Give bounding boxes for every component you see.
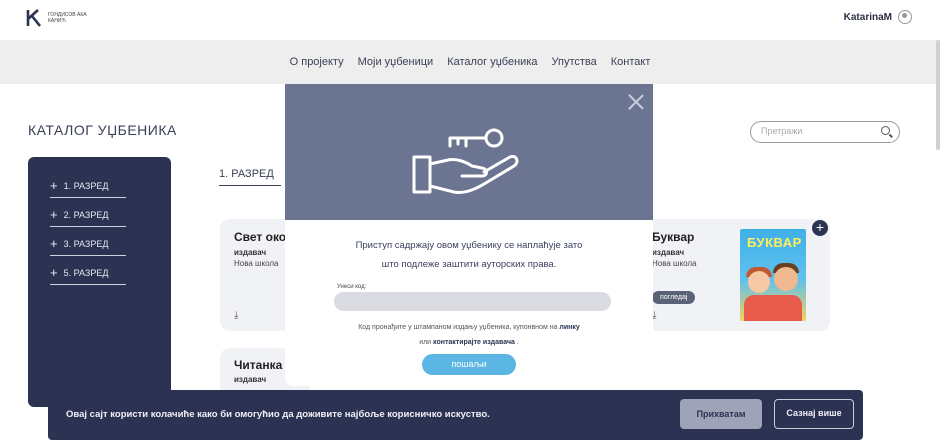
- nav-item-about[interactable]: О пројекту: [290, 54, 344, 70]
- cover-art: [748, 271, 770, 293]
- plus-icon: +: [50, 236, 58, 251]
- grade-sidebar: + 1. РАЗРЕД + 2. РАЗРЕД + 3. РАЗРЕД + 5.…: [28, 157, 171, 407]
- plus-icon: +: [50, 265, 58, 280]
- nav-item-catalog[interactable]: Каталог уџбеника: [447, 54, 537, 70]
- main-nav: О пројекту Моји уџбеници Каталог уџбеник…: [0, 40, 940, 84]
- modal-message-line: Приступ садржају овом уџбенику се наплаћ…: [355, 240, 583, 251]
- search-placeholder: Претражи: [761, 126, 803, 136]
- key-in-hand-icon: [412, 128, 519, 194]
- link-link[interactable]: линку: [559, 324, 579, 331]
- accept-cookies-button[interactable]: Прихватам: [680, 399, 762, 429]
- book-title: Читанка: [234, 358, 283, 372]
- help-text-part: Код пронађите у штампаном издању уџбеник…: [358, 324, 558, 331]
- tab-grade-1[interactable]: 1. РАЗРЕД: [219, 168, 281, 186]
- search-input[interactable]: Претражи: [750, 121, 900, 143]
- nav-item-contact[interactable]: Контакт: [611, 54, 651, 70]
- scrollbar[interactable]: [936, 40, 940, 150]
- logo[interactable]: ГОНДИСОВ АКА КАНИЋ: [26, 8, 88, 28]
- modal-message: Приступ садржају овом уџбенику се наплаћ…: [285, 236, 653, 274]
- cookie-banner: Овај сајт користи колачиће како би омогу…: [48, 390, 863, 440]
- publisher-name: Нова школа: [652, 259, 697, 268]
- download-icon[interactable]: ⤓: [234, 310, 244, 321]
- username: KatarinaM: [843, 11, 892, 23]
- help-text-part: .: [516, 339, 519, 346]
- sidebar-item-grade-2[interactable]: + 2. РАЗРЕД: [50, 207, 126, 227]
- book-title: Буквар: [652, 230, 695, 244]
- help-line: Код пронађите у штампаном издању уџбеник…: [285, 320, 653, 335]
- publisher-name: Нова школа: [234, 259, 279, 268]
- sidebar-item-label: 5. РАЗРЕД: [63, 268, 109, 278]
- modal-message-line: што подлеже заштити ауторских права.: [381, 259, 557, 270]
- logo-text: ГОНДИСОВ АКА КАНИЋ: [48, 12, 87, 24]
- plus-icon: +: [50, 207, 58, 222]
- top-header: ГОНДИСОВ АКА КАНИЋ KatarinaM: [0, 0, 940, 40]
- close-icon[interactable]: [628, 94, 644, 110]
- book-title: Свет око: [234, 230, 287, 244]
- help-text-part: или: [419, 339, 432, 346]
- sidebar-item-grade-1[interactable]: + 1. РАЗРЕД: [50, 178, 126, 198]
- preview-button[interactable]: погледај: [652, 291, 696, 304]
- sidebar-item-label: 3. РАЗРЕД: [63, 239, 109, 249]
- page-title: КАТАЛОГ УЏБЕНИКА: [28, 122, 177, 138]
- book-cover-image: БУКВАР: [740, 229, 806, 321]
- help-text: Код пронађите у штампаном издању уџбеник…: [285, 320, 653, 350]
- publisher-label: издавач: [234, 248, 267, 257]
- sidebar-item-label: 1. РАЗРЕД: [63, 181, 109, 191]
- publisher-label: издавач: [652, 248, 685, 257]
- nav-item-my-textbooks[interactable]: Моји уџбеници: [358, 54, 434, 70]
- nav-item-instructions[interactable]: Упутства: [552, 54, 597, 70]
- contact-publisher-link[interactable]: контактирајте издавача: [433, 339, 515, 346]
- send-button[interactable]: пошаљи: [422, 354, 516, 375]
- sidebar-item-grade-5[interactable]: + 5. РАЗРЕД: [50, 265, 126, 285]
- cover-art: [774, 267, 798, 291]
- user-menu[interactable]: KatarinaM: [844, 10, 912, 24]
- download-icon[interactable]: ⤓: [652, 310, 662, 321]
- logo-k-icon: [26, 9, 42, 27]
- book-cover-title: БУКВАР: [747, 235, 802, 250]
- publisher-label: издавач: [234, 375, 267, 384]
- user-avatar-icon[interactable]: [898, 10, 912, 24]
- add-book-button[interactable]: +: [812, 220, 828, 236]
- sidebar-item-grade-3[interactable]: + 3. РАЗРЕД: [50, 236, 126, 256]
- plus-icon: +: [50, 178, 58, 193]
- cookie-text: Овај сајт користи колачиће како би омогу…: [66, 409, 490, 420]
- search-icon[interactable]: [881, 126, 890, 135]
- sidebar-item-label: 2. РАЗРЕД: [63, 210, 109, 220]
- code-input[interactable]: [334, 292, 611, 311]
- cover-art: [744, 295, 802, 321]
- help-line: или контактирајте издавача .: [285, 335, 653, 350]
- learn-more-button[interactable]: Сазнај више: [774, 399, 854, 429]
- code-label: Унеси код:: [337, 284, 367, 290]
